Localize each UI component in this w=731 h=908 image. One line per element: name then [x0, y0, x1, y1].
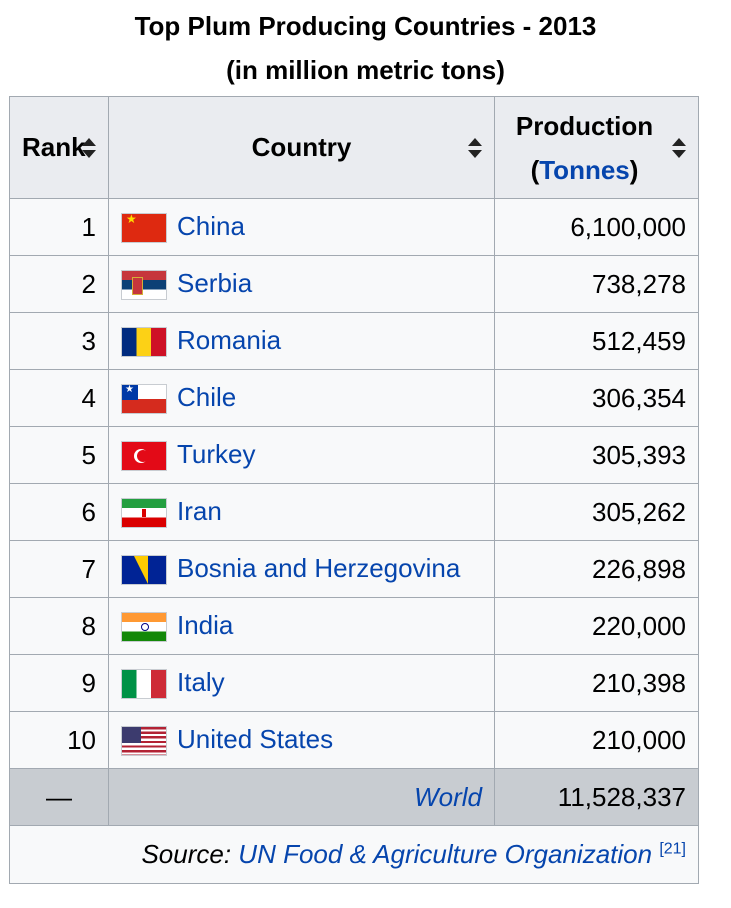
rank-cell: 6 — [9, 483, 109, 541]
country-link[interactable]: Serbia — [177, 268, 252, 298]
country-link[interactable]: Bosnia and Herzegovina — [177, 553, 460, 583]
country-link[interactable]: Iran — [177, 496, 222, 526]
table-row: 3 Romania 512,459 — [9, 312, 699, 370]
country-link[interactable]: Italy — [177, 667, 225, 697]
sort-icon[interactable] — [672, 137, 686, 158]
table-caption: Top Plum Producing Countries - 2013 (in … — [0, 0, 731, 92]
country-cell: Bosnia and Herzegovina — [108, 540, 495, 598]
rank-header-label: Rank — [22, 132, 86, 162]
source-link[interactable]: UN Food & Agriculture Organization — [238, 839, 652, 869]
world-rank-cell: — — [9, 768, 109, 826]
rank-cell: 3 — [9, 312, 109, 370]
tonnes-link[interactable]: Tonnes — [539, 155, 630, 185]
flag-icon[interactable] — [121, 441, 167, 472]
rank-cell: 7 — [9, 540, 109, 598]
production-cell: 305,262 — [494, 483, 699, 541]
rank-cell: 5 — [9, 426, 109, 484]
caption-subtitle: (in million metric tons) — [226, 55, 505, 85]
caption-title: Top Plum Producing Countries - 2013 — [134, 11, 597, 41]
country-cell: Chile — [108, 369, 495, 427]
flag-icon[interactable] — [121, 384, 167, 415]
country-cell: Turkey — [108, 426, 495, 484]
table-row: 7 Bosnia and Herzegovina 226,898 — [9, 540, 699, 598]
rank-cell: 2 — [9, 255, 109, 313]
table-row: 6 Iran 305,262 — [9, 483, 699, 541]
table-row: 10 United States 210,000 — [9, 711, 699, 769]
table-row: 5 Turkey 305,393 — [9, 426, 699, 484]
world-link[interactable]: World — [414, 782, 482, 812]
flag-icon[interactable] — [121, 555, 167, 586]
production-cell: 210,000 — [494, 711, 699, 769]
rank-cell: 4 — [9, 369, 109, 427]
reference-link[interactable]: [21] — [659, 840, 686, 857]
country-cell: Romania — [108, 312, 495, 370]
flag-icon[interactable] — [121, 270, 167, 301]
production-cell: 738,278 — [494, 255, 699, 313]
country-link[interactable]: India — [177, 610, 233, 640]
rank-cell: 10 — [9, 711, 109, 769]
header-row: Rank Country Production (Tonnes) — [9, 96, 699, 199]
country-header[interactable]: Country — [108, 96, 495, 199]
rank-header[interactable]: Rank — [9, 96, 109, 199]
world-total-row: — World 11,528,337 — [9, 768, 699, 826]
plum-production-table: Rank Country Production (Tonnes) 1 China 6… — [9, 96, 699, 884]
world-country-cell: World — [108, 768, 495, 826]
flag-icon[interactable] — [121, 327, 167, 358]
country-cell: Italy — [108, 654, 495, 712]
table-row: 9 Italy 210,398 — [9, 654, 699, 712]
production-cell: 226,898 — [494, 540, 699, 598]
country-cell: Iran — [108, 483, 495, 541]
source-cell: Source: UN Food & Agriculture Organizati… — [9, 825, 699, 884]
sort-icon[interactable] — [468, 137, 482, 158]
rank-cell: 1 — [9, 198, 109, 256]
source-prefix: Source: — [141, 839, 239, 869]
country-link[interactable]: Chile — [177, 382, 236, 412]
production-cell: 6,100,000 — [494, 198, 699, 256]
country-cell: Serbia — [108, 255, 495, 313]
table-row: 8 India 220,000 — [9, 597, 699, 655]
production-cell: 306,354 — [494, 369, 699, 427]
flag-icon[interactable] — [121, 612, 167, 643]
production-header-label: Production — [515, 110, 654, 141]
production-cell: 305,393 — [494, 426, 699, 484]
flag-icon[interactable] — [121, 213, 167, 244]
world-production-cell: 11,528,337 — [494, 768, 699, 826]
table-row: 4 Chile 306,354 — [9, 369, 699, 427]
production-header[interactable]: Production (Tonnes) — [494, 96, 699, 199]
table-row: 1 China 6,100,000 — [9, 198, 699, 256]
production-cell: 220,000 — [494, 597, 699, 655]
source-row: Source: UN Food & Agriculture Organizati… — [9, 825, 699, 884]
production-cell: 512,459 — [494, 312, 699, 370]
country-cell: United States — [108, 711, 495, 769]
country-cell: China — [108, 198, 495, 256]
table-row: 2 Serbia 738,278 — [9, 255, 699, 313]
sort-icon[interactable] — [82, 137, 96, 158]
country-link[interactable]: United States — [177, 724, 333, 754]
country-header-label: Country — [251, 132, 352, 162]
country-link[interactable]: China — [177, 211, 245, 241]
country-cell: India — [108, 597, 495, 655]
flag-icon[interactable] — [121, 726, 167, 757]
country-link[interactable]: Turkey — [177, 439, 256, 469]
flag-icon[interactable] — [121, 498, 167, 529]
production-cell: 210,398 — [494, 654, 699, 712]
country-link[interactable]: Romania — [177, 325, 281, 355]
rank-cell: 9 — [9, 654, 109, 712]
rank-cell: 8 — [9, 597, 109, 655]
flag-icon[interactable] — [121, 669, 167, 700]
